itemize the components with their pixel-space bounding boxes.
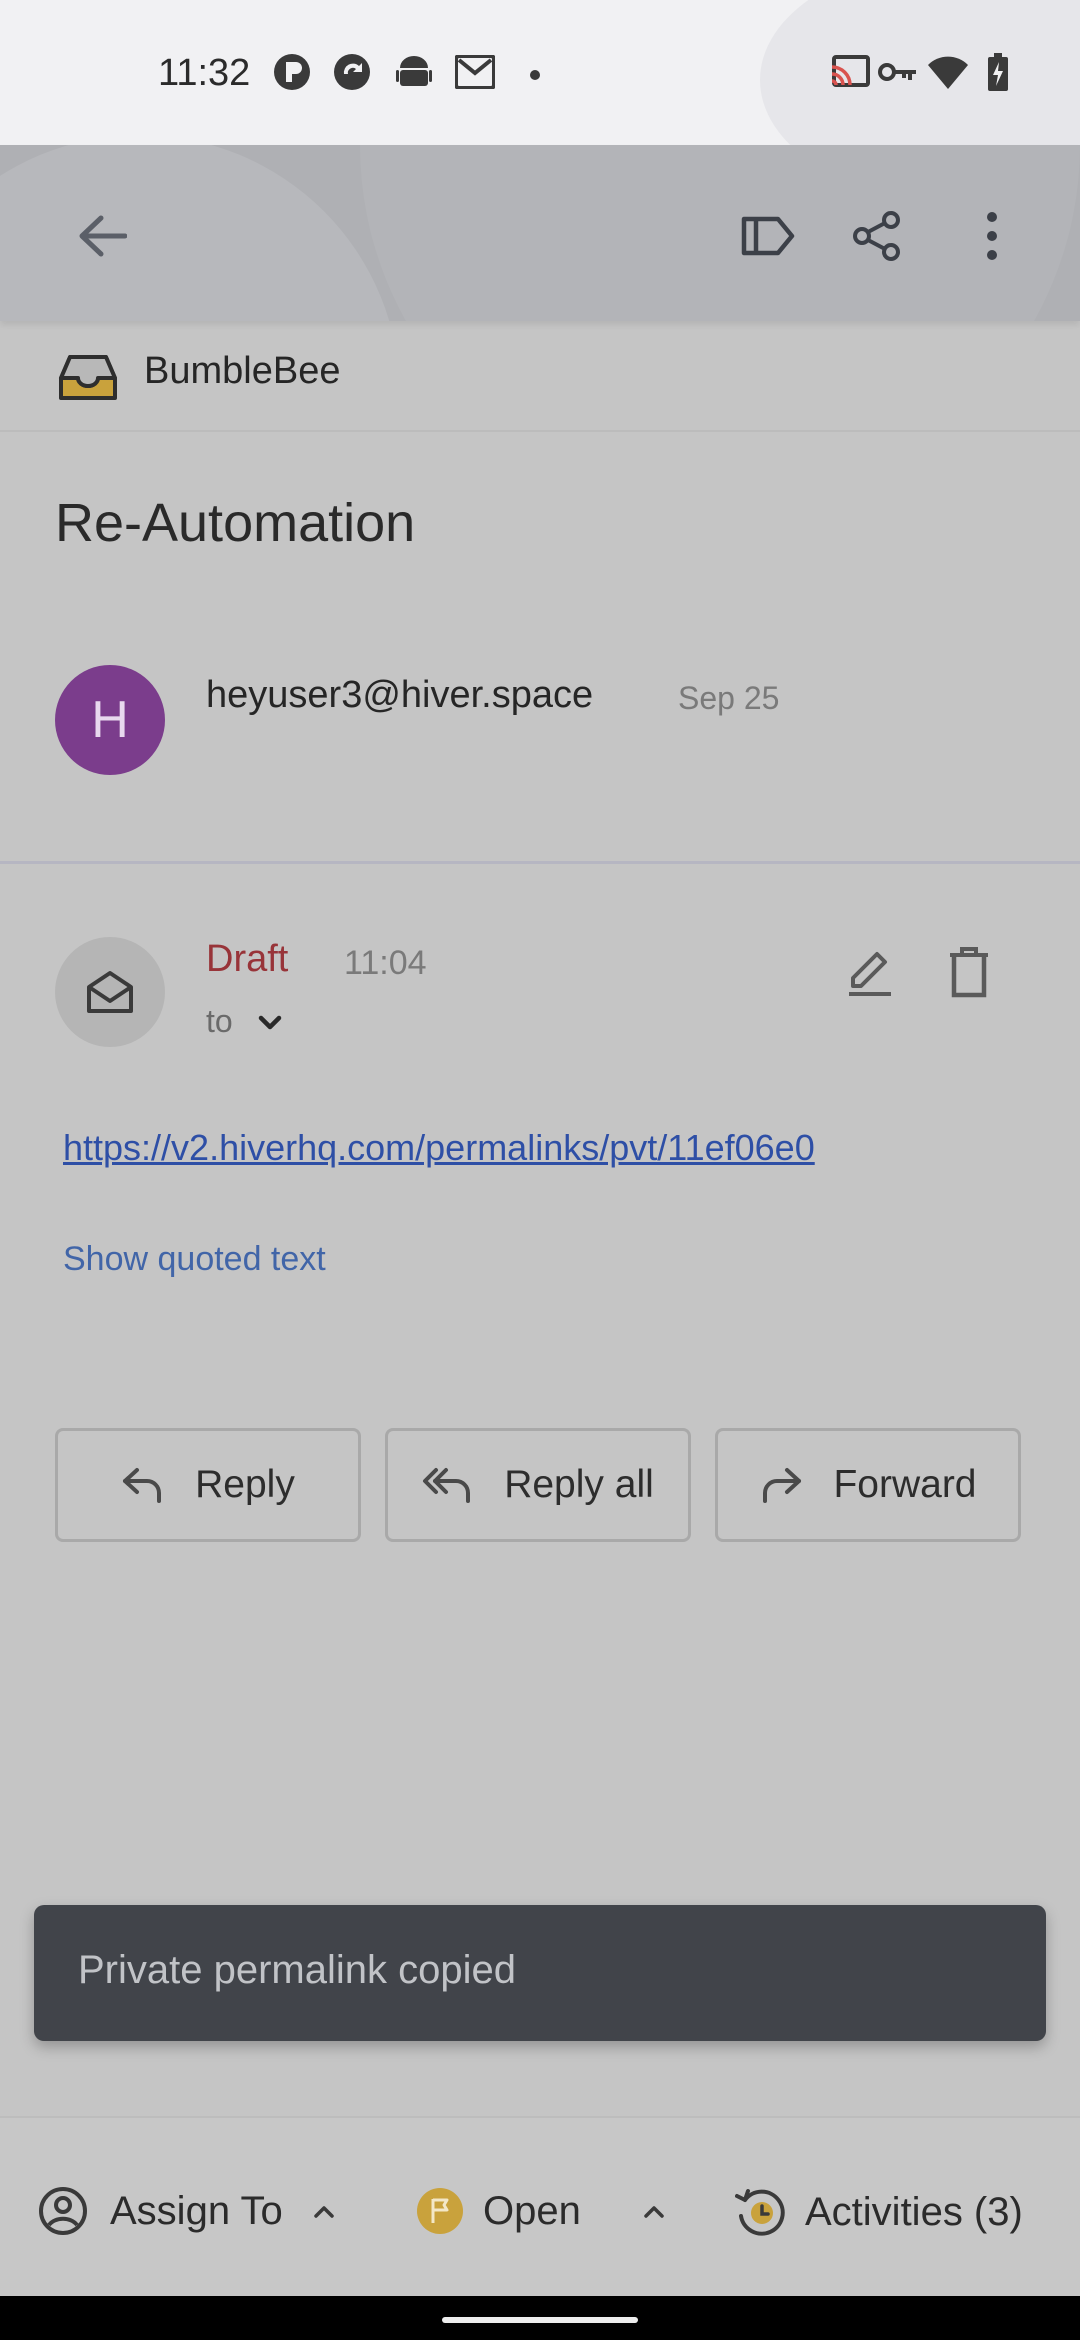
reply-all-arrow-icon <box>423 1468 471 1503</box>
battery-charging-icon <box>978 52 1018 92</box>
cast-icon <box>830 52 870 92</box>
forward-arrow-icon <box>763 1468 802 1503</box>
share-icon <box>853 211 900 261</box>
reply-all-label: Reply all <box>504 1463 654 1506</box>
draft-time: 11:04 <box>344 944 427 982</box>
edit-draft-button[interactable] <box>835 938 905 1008</box>
trash-icon <box>950 947 988 998</box>
status-flag-icon <box>417 2188 463 2234</box>
wifi-icon <box>928 52 968 92</box>
recipient-to-label[interactable]: to <box>206 1003 233 1040</box>
chevron-up-icon <box>644 2206 664 2218</box>
user-circle-icon <box>39 2187 87 2235</box>
chevron-down-icon[interactable] <box>255 1008 285 1038</box>
status-label: Open <box>483 2188 581 2233</box>
top-toolbar <box>0 145 1080 321</box>
delete-draft-button[interactable] <box>934 938 1004 1008</box>
pencil-icon <box>849 952 891 996</box>
activity-history-icon <box>735 2189 785 2236</box>
gmail-icon <box>455 52 495 92</box>
label-tag-icon <box>741 216 795 256</box>
message-divider <box>0 861 1080 864</box>
thread-subject: Re-Automation <box>55 493 416 553</box>
permalink-link[interactable]: https://v2.hiverhq.com/permalinks/pvt/11… <box>63 1127 815 1169</box>
forward-button[interactable]: Forward <box>715 1428 1021 1542</box>
draft-label: Draft <box>206 938 289 980</box>
reply-label: Reply <box>195 1463 295 1506</box>
chevron-up-icon <box>313 2206 334 2218</box>
inbox-tray-icon <box>58 354 118 407</box>
app-notification-icon <box>272 52 312 92</box>
assign-to-button[interactable]: Assign To <box>38 2186 335 2236</box>
reply-all-button[interactable]: Reply all <box>385 1428 691 1542</box>
sync-notification-icon <box>332 52 372 92</box>
draft-avatar <box>55 937 165 1047</box>
label-button[interactable] <box>728 196 808 276</box>
more-vert-icon <box>987 212 997 260</box>
sender-avatar: H <box>55 665 165 775</box>
share-button[interactable] <box>837 196 917 276</box>
reply-arrow-icon <box>123 1468 162 1503</box>
more-notifications-dot-icon <box>530 70 540 80</box>
open-envelope-icon <box>87 971 133 1013</box>
status-button[interactable]: Open <box>415 2186 665 2236</box>
arrow-left-icon <box>79 215 127 257</box>
status-time: 11:32 <box>158 52 251 94</box>
inbox-name: BumbleBee <box>144 350 341 392</box>
vpn-key-icon <box>878 52 918 92</box>
home-gesture-handle[interactable] <box>442 2317 638 2323</box>
show-quoted-text-link[interactable]: Show quoted text <box>63 1240 326 1279</box>
assign-to-label: Assign To <box>110 2188 283 2233</box>
snackbar-message: Private permalink copied <box>78 1948 516 1992</box>
android-icon <box>394 52 434 92</box>
forward-label: Forward <box>833 1463 977 1506</box>
back-button[interactable] <box>62 196 142 276</box>
activities-label: Activities (3) <box>805 2189 1023 2234</box>
more-options-button[interactable] <box>952 196 1032 276</box>
activities-button[interactable]: Activities (3) <box>735 2186 1023 2238</box>
message-date: Sep 25 <box>678 680 780 716</box>
reply-button[interactable]: Reply <box>55 1428 361 1542</box>
sender-email[interactable]: heyuser3@hiver.space <box>206 674 593 717</box>
